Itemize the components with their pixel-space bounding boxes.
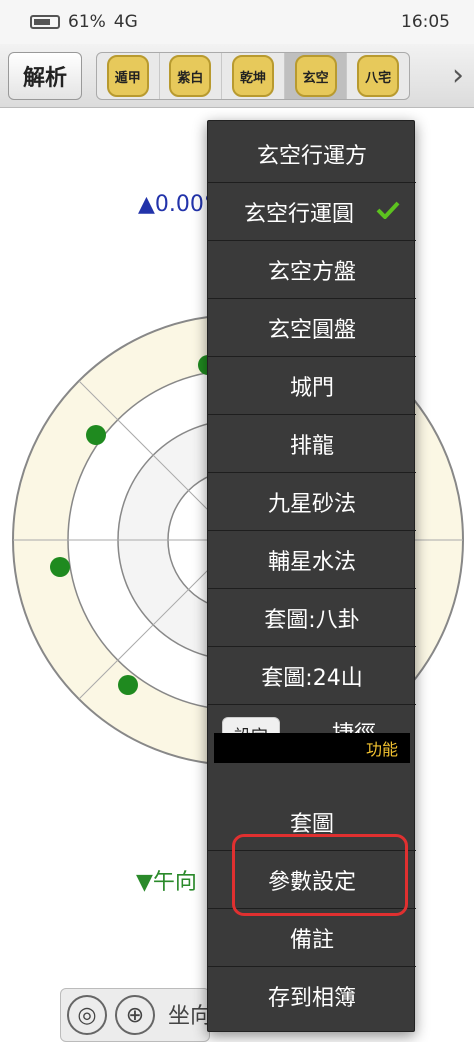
tab-qiankun[interactable]: 乾坤 — [222, 53, 285, 99]
menu-item-overlay-24shan[interactable]: 套圖:24山 — [208, 647, 416, 705]
bagua-icon: 紫白 — [169, 55, 212, 97]
compass-icon[interactable]: ◎ — [67, 995, 107, 1035]
bagua-icon: 玄空 — [294, 55, 337, 97]
facing-readout: ▼午向 — [136, 870, 197, 895]
status-time: 16:05 — [401, 12, 450, 32]
analyze-button[interactable]: 解析 — [8, 52, 82, 100]
bagua-icon: 八宅 — [357, 55, 400, 97]
menu-item-pailong[interactable]: 排龍 — [208, 415, 416, 473]
menu-item-chengmen[interactable]: 城門 — [208, 357, 416, 415]
battery-percent: 61% — [68, 12, 106, 32]
degree-readout: ▲0.00° — [138, 192, 215, 217]
tab-zibai[interactable]: 紫白 — [160, 53, 223, 99]
menu-item-fuxing-shuifa[interactable]: 輔星水法 — [208, 531, 416, 589]
menu-item-jiuxing-shafa[interactable]: 九星砂法 — [208, 473, 416, 531]
menu-item-save-to-album[interactable]: 存到相簿 — [208, 967, 416, 1025]
highlight-box — [232, 834, 408, 916]
bagua-icon: 乾坤 — [231, 55, 274, 97]
battery-icon — [30, 15, 60, 29]
mode-tabs: 遁甲 紫白 乾坤 玄空 八宅 — [96, 52, 410, 100]
tab-xuankong[interactable]: 玄空 — [284, 53, 348, 99]
menu-item-xuankong-yunyuan[interactable]: 玄空行運圓 — [208, 183, 416, 241]
bagua-icon: 遁甲 — [106, 55, 149, 97]
signal-text: 4G — [113, 12, 138, 32]
menu-item-xuankong-yunfang[interactable]: 玄空行運方 — [208, 125, 416, 183]
crosshair-icon[interactable]: ⊕ — [115, 995, 155, 1035]
status-left: 61% 4G — [30, 12, 138, 32]
tab-bazhai[interactable]: 八宅 — [347, 53, 409, 99]
status-bar: 61% 4G 16:05 — [0, 0, 474, 44]
toolbar: 解析 遁甲 紫白 乾坤 玄空 八宅 › — [0, 44, 474, 108]
menu-item-notes[interactable]: 備註 — [208, 909, 416, 967]
status-right: 16:05 — [401, 12, 450, 32]
bottom-label[interactable]: 坐向 — [168, 998, 212, 1030]
checkmark-icon — [376, 201, 400, 219]
tab-dunjia[interactable]: 遁甲 — [97, 53, 160, 99]
menu-item-overlay-bagua[interactable]: 套圖:八卦 — [208, 589, 416, 647]
section-header-function: 功能 — [214, 733, 410, 763]
chevron-right-icon[interactable]: › — [452, 58, 464, 93]
menu-item-xuankong-yuanpan[interactable]: 玄空圓盤 — [208, 299, 416, 357]
menu-item-xuankong-fangpan[interactable]: 玄空方盤 — [208, 241, 416, 299]
